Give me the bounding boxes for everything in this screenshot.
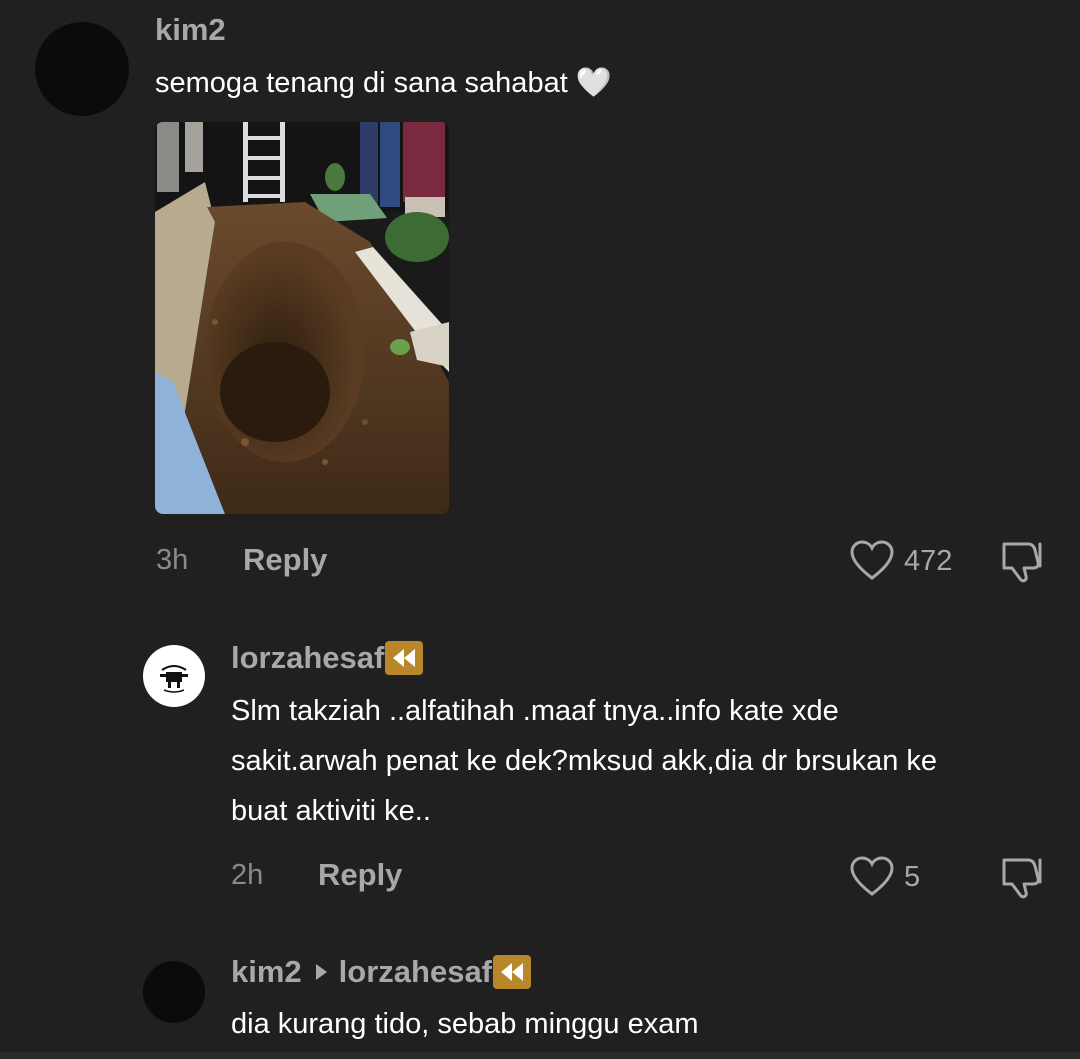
like-count: 472	[904, 544, 953, 577]
thumbs-down-icon	[1002, 858, 1042, 899]
comment-photo[interactable]	[155, 122, 449, 514]
thumbs-down-icon	[1002, 542, 1042, 583]
avatar[interactable]	[143, 645, 205, 707]
rewind-icon	[493, 955, 532, 989]
comment-line: sakit.arwah penat ke dek?mksud akk,dia d…	[231, 745, 938, 777]
reply-to-username[interactable]: lorzahesaf	[339, 954, 492, 990]
comment-username[interactable]: lorzahesaf	[231, 640, 424, 676]
like-count: 5	[904, 860, 921, 893]
dislike-button[interactable]	[1000, 540, 1048, 589]
username-label: kim2	[231, 954, 302, 989]
heart-icon	[850, 856, 894, 896]
comment-line: buat aktiviti ke..	[231, 795, 431, 827]
comment-time: 2h	[231, 859, 264, 891]
comment-line: Slm takziah ..alfatihah .maaf tnya..info…	[231, 695, 839, 727]
rewind-icon	[385, 641, 424, 675]
comment-username[interactable]: kim2	[155, 12, 226, 48]
like-button[interactable]: 5	[850, 856, 920, 898]
avatar[interactable]	[35, 22, 129, 116]
like-button[interactable]: 472	[850, 540, 952, 582]
reply-button[interactable]: Reply	[243, 542, 327, 578]
comment-text: dia kurang tido, sebab minggu exam	[231, 1008, 699, 1040]
username-label: lorzahesaf	[231, 640, 385, 675]
comment-username[interactable]: kim2 lorzahesaf	[231, 954, 532, 990]
comment-text: semoga tenang di sana sahabat 🤍	[155, 67, 612, 99]
grave-photo	[155, 122, 449, 514]
heart-icon	[850, 540, 894, 580]
comment-time: 3h	[156, 544, 189, 576]
logo-icon	[160, 665, 188, 693]
username-label: kim2	[155, 12, 226, 47]
avatar[interactable]	[143, 961, 205, 1023]
reply-button[interactable]: Reply	[318, 857, 402, 893]
dislike-button[interactable]	[1000, 856, 1048, 905]
divider	[0, 1052, 1080, 1059]
reply-arrow-icon	[315, 964, 327, 980]
comment-text: Slm takziah ..alfatihah .maaf tnya..info…	[231, 686, 937, 836]
